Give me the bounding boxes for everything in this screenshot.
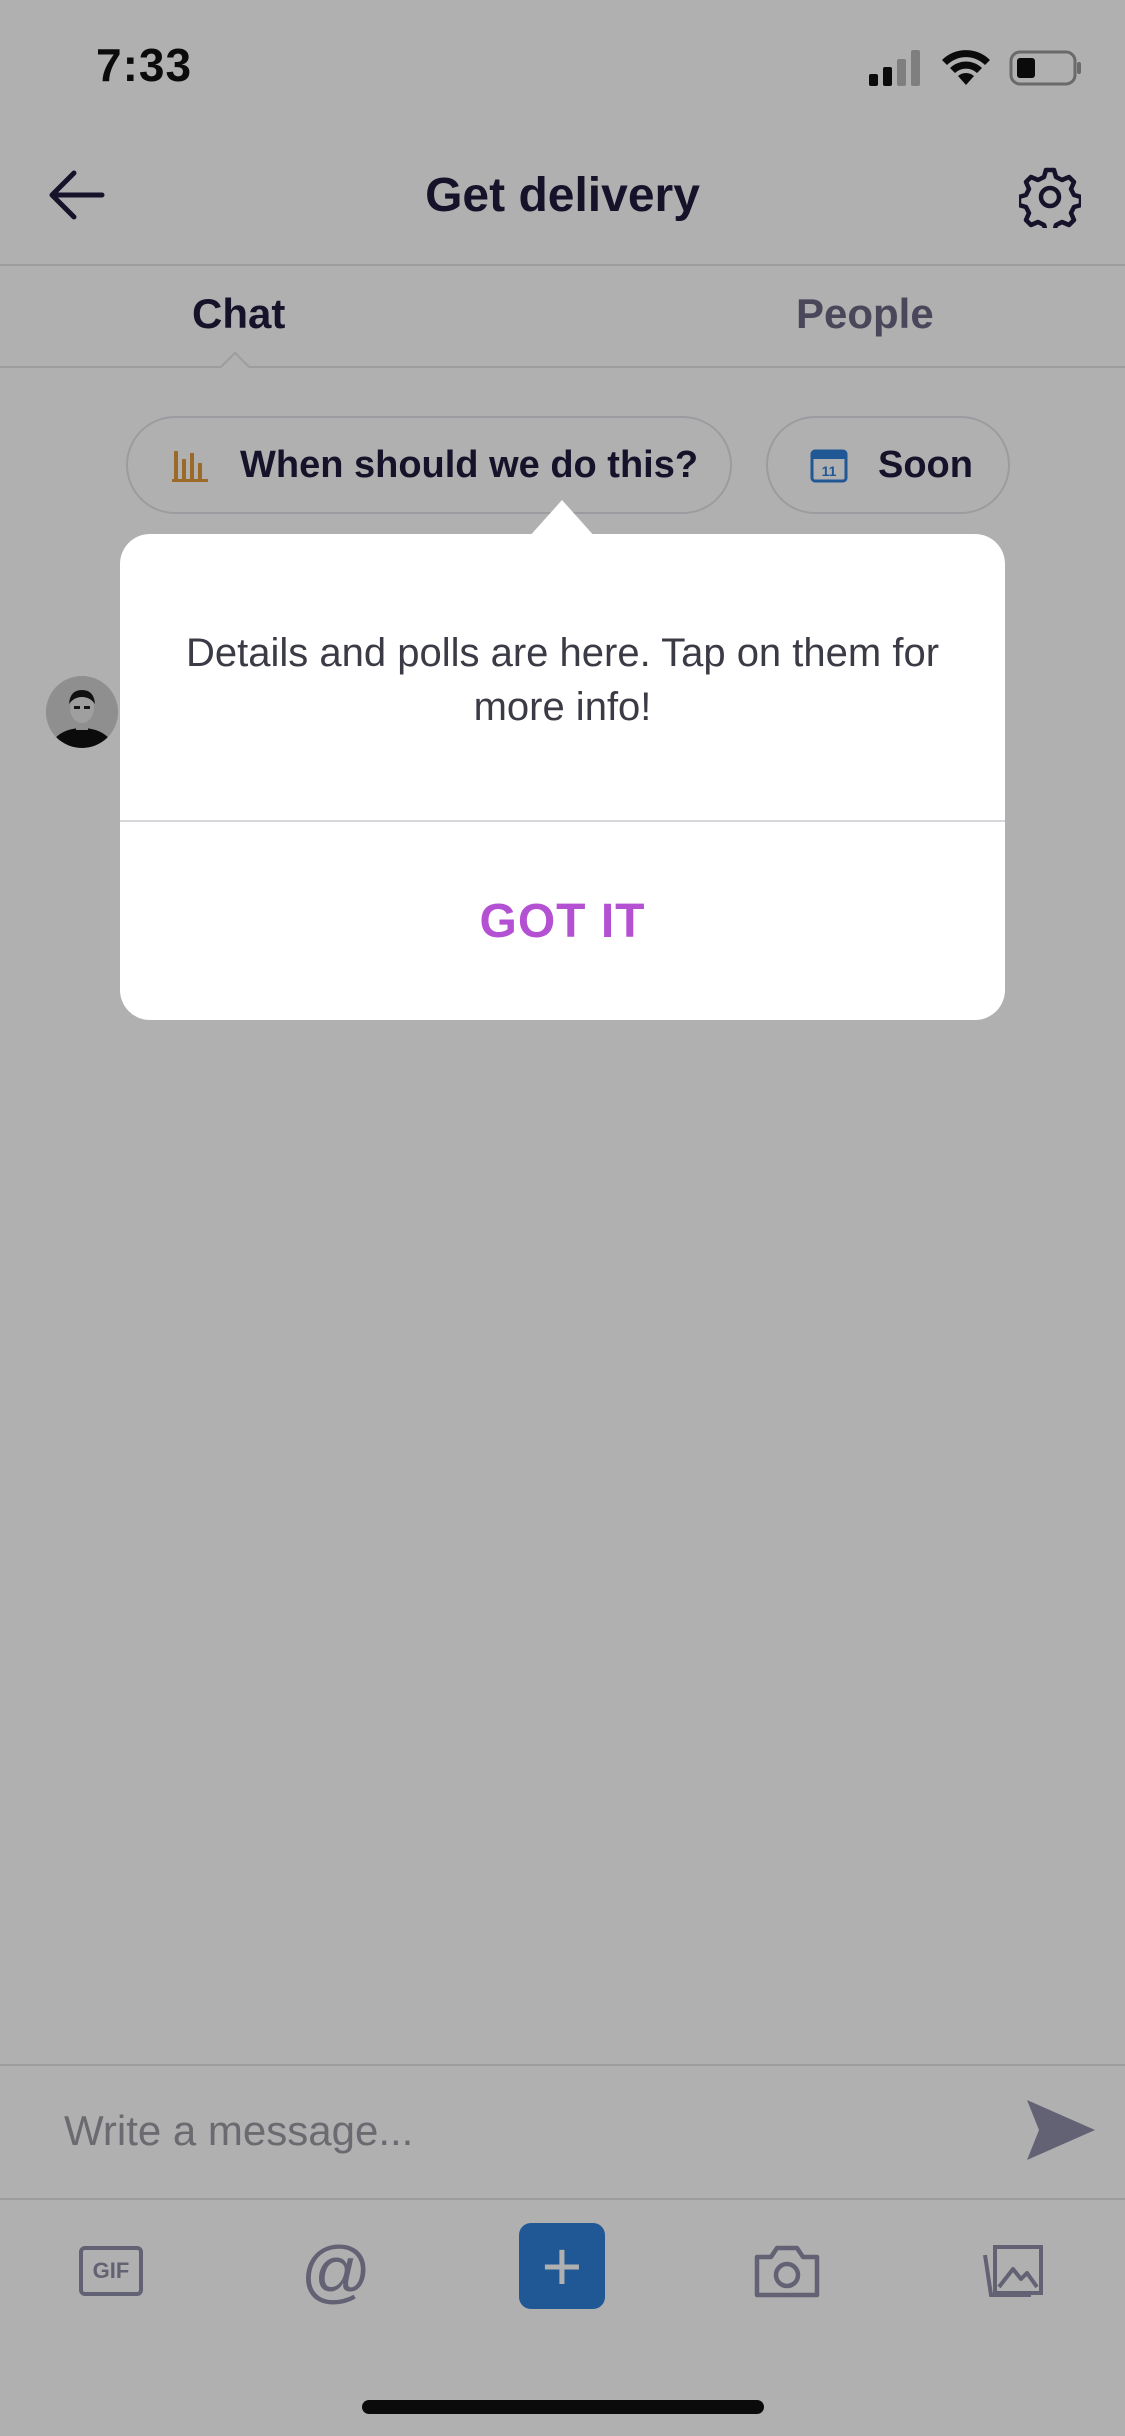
tooltip-pointer	[528, 500, 596, 538]
tooltip-message: Details and polls are here. Tap on them …	[185, 631, 940, 729]
modal-overlay[interactable]	[0, 0, 1125, 2436]
tooltip-card: Details and polls are here. Tap on them …	[120, 534, 1005, 1020]
got-it-button[interactable]: GOT IT	[120, 822, 1005, 1020]
